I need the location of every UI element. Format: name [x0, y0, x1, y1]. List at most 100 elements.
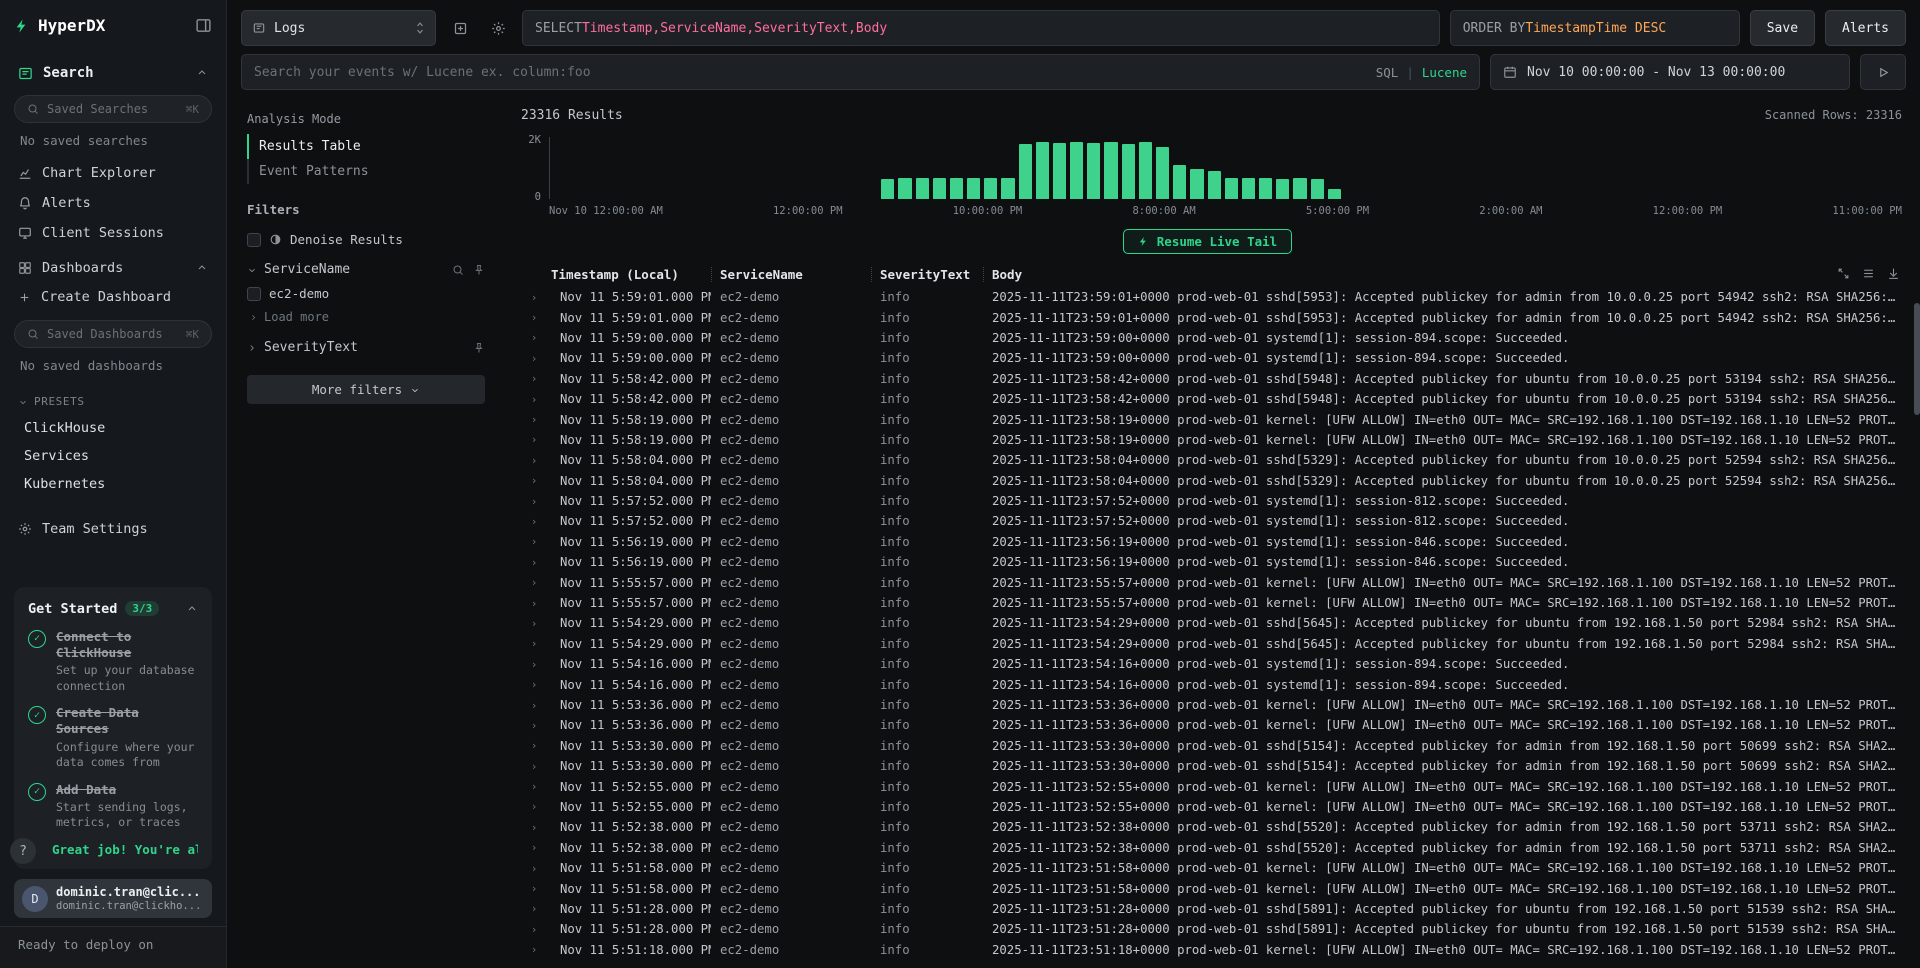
histogram-bar[interactable]	[1087, 143, 1100, 199]
expand-row-icon[interactable]: ›	[517, 821, 551, 834]
table-row[interactable]: › Nov 11 5:58:04.000 PM ec2-demo info 20…	[517, 471, 1902, 491]
expand-row-icon[interactable]: ›	[517, 943, 551, 956]
expand-row-icon[interactable]: ›	[517, 780, 551, 793]
table-row[interactable]: › Nov 11 5:51:58.000 PM ec2-demo info 20…	[517, 858, 1902, 878]
expand-row-icon[interactable]: ›	[517, 372, 551, 385]
expand-row-icon[interactable]: ›	[517, 637, 551, 650]
column-header-servicename[interactable]: ServiceName	[711, 267, 871, 282]
alerts-button[interactable]: Alerts	[1825, 10, 1906, 46]
help-button[interactable]: ?	[10, 838, 36, 864]
histogram-bar[interactable]	[1242, 178, 1255, 199]
column-header-timestamp[interactable]: Timestamp (Local)	[551, 267, 711, 282]
table-row[interactable]: › Nov 11 5:52:38.000 PM ec2-demo info 20…	[517, 817, 1902, 837]
row-density-icon[interactable]	[1862, 267, 1875, 280]
expand-row-icon[interactable]: ›	[517, 658, 551, 671]
expand-row-icon[interactable]: ›	[517, 495, 551, 508]
expand-row-icon[interactable]: ›	[517, 352, 551, 365]
histogram-bar[interactable]	[1104, 142, 1117, 199]
table-row[interactable]: › Nov 11 5:59:00.000 PM ec2-demo info 20…	[517, 328, 1902, 348]
histogram-bar[interactable]	[967, 178, 980, 199]
table-row[interactable]: › Nov 11 5:54:29.000 PM ec2-demo info 20…	[517, 613, 1902, 633]
expand-row-icon[interactable]: ›	[517, 515, 551, 528]
table-row[interactable]: › Nov 11 5:58:42.000 PM ec2-demo info 20…	[517, 369, 1902, 389]
event-search-field[interactable]	[254, 65, 1366, 80]
more-filters-button[interactable]: More filters	[247, 375, 485, 404]
get-started-header[interactable]: Get Started 3/3	[28, 601, 198, 617]
save-button[interactable]: Save	[1750, 10, 1815, 46]
source-select[interactable]: Logs	[241, 10, 436, 46]
table-row[interactable]: › Nov 11 5:51:28.000 PM ec2-demo info 20…	[517, 899, 1902, 919]
table-row[interactable]: › Nov 11 5:53:30.000 PM ec2-demo info 20…	[517, 736, 1902, 756]
expand-row-icon[interactable]: ›	[517, 474, 551, 487]
expand-row-icon[interactable]: ›	[517, 699, 551, 712]
load-more-button[interactable]: Load more	[247, 306, 485, 330]
expand-row-icon[interactable]: ›	[517, 433, 551, 446]
collapse-sidebar-icon[interactable]	[195, 17, 212, 34]
histogram-bar[interactable]	[1208, 171, 1221, 199]
histogram-bar[interactable]	[1293, 178, 1306, 199]
table-row[interactable]: › Nov 11 5:52:55.000 PM ec2-demo info 20…	[517, 797, 1902, 817]
download-icon[interactable]	[1887, 267, 1900, 280]
denoise-checkbox[interactable]	[247, 233, 261, 247]
table-row[interactable]: › Nov 11 5:59:01.000 PM ec2-demo info 20…	[517, 287, 1902, 307]
histogram-bar[interactable]	[1225, 178, 1238, 199]
histogram-bar[interactable]	[933, 178, 946, 199]
saved-searches-field[interactable]	[47, 102, 178, 116]
histogram-bar[interactable]	[916, 178, 929, 199]
get-started-item[interactable]: ✓ Add Data Start sending logs, metrics, …	[28, 782, 198, 831]
chevron-up-icon[interactable]	[196, 67, 208, 79]
select-query-input[interactable]: SELECT Timestamp,ServiceName,SeverityTex…	[522, 10, 1440, 46]
expand-row-icon[interactable]: ›	[517, 291, 551, 304]
histogram-bar[interactable]	[1328, 189, 1341, 199]
denoise-results-toggle[interactable]: Denoise Results	[247, 227, 485, 252]
histogram-bar[interactable]	[1259, 178, 1272, 199]
histogram-bar[interactable]	[984, 178, 997, 199]
date-range-picker[interactable]: Nov 10 00:00:00 - Nov 13 00:00:00	[1490, 54, 1850, 90]
table-row[interactable]: › Nov 11 5:53:36.000 PM ec2-demo info 20…	[517, 715, 1902, 735]
chevron-up-icon[interactable]	[186, 603, 198, 615]
saved-searches-input[interactable]: ⌘K	[14, 95, 212, 123]
column-header-body[interactable]: Body	[983, 267, 1902, 282]
sidebar-item-alerts[interactable]: Alerts	[14, 188, 212, 218]
histogram-bar[interactable]	[1036, 142, 1049, 199]
saved-dashboards-input[interactable]: ⌘K	[14, 320, 212, 348]
create-dashboard-button[interactable]: Create Dashboard	[14, 282, 212, 312]
table-row[interactable]: › Nov 11 5:59:01.000 PM ec2-demo info 20…	[517, 307, 1902, 327]
filter-option-ec2-demo[interactable]: ec2-demo	[247, 281, 485, 306]
expand-row-icon[interactable]: ›	[517, 576, 551, 589]
hyperdx-logo[interactable]: HyperDX	[14, 16, 105, 35]
table-row[interactable]: › Nov 11 5:58:19.000 PM ec2-demo info 20…	[517, 409, 1902, 429]
saved-dashboards-field[interactable]	[47, 327, 178, 341]
expand-row-icon[interactable]: ›	[517, 393, 551, 406]
preset-item[interactable]: Services	[14, 442, 212, 470]
table-row[interactable]: › Nov 11 5:53:30.000 PM ec2-demo info 20…	[517, 756, 1902, 776]
table-row[interactable]: › Nov 11 5:55:57.000 PM ec2-demo info 20…	[517, 572, 1902, 592]
resume-live-tail-button[interactable]: Resume Live Tail	[1123, 229, 1292, 254]
expand-row-icon[interactable]: ›	[517, 841, 551, 854]
table-row[interactable]: › Nov 11 5:58:04.000 PM ec2-demo info 20…	[517, 450, 1902, 470]
table-row[interactable]: › Nov 11 5:57:52.000 PM ec2-demo info 20…	[517, 511, 1902, 531]
filter-pin-icon[interactable]	[473, 264, 485, 276]
event-search-input[interactable]: SQL | Lucene	[241, 54, 1480, 90]
histogram-bar[interactable]	[898, 178, 911, 199]
expand-row-icon[interactable]: ›	[517, 311, 551, 324]
histogram-bar[interactable]	[881, 179, 894, 199]
column-header-severitytext[interactable]: SeverityText	[871, 267, 983, 282]
histogram-bar[interactable]	[950, 178, 963, 199]
run-query-button[interactable]	[1860, 54, 1906, 90]
sidebar-section-dashboards[interactable]: Dashboards	[14, 254, 212, 282]
histogram-bar[interactable]	[1070, 142, 1083, 199]
add-source-button[interactable]	[446, 10, 474, 46]
histogram-bar[interactable]	[1053, 143, 1066, 199]
histogram-bar[interactable]	[1276, 179, 1289, 199]
chevron-up-icon[interactable]	[196, 262, 208, 274]
get-started-item[interactable]: ✓ Create Data Sources Configure where yo…	[28, 705, 198, 771]
table-row[interactable]: › Nov 11 5:52:55.000 PM ec2-demo info 20…	[517, 776, 1902, 796]
vertical-scrollbar[interactable]	[1914, 303, 1920, 415]
histogram-bar[interactable]	[1001, 178, 1014, 199]
source-settings-button[interactable]	[484, 10, 512, 46]
histogram-plot[interactable]	[549, 137, 1902, 199]
language-sql-option[interactable]: SQL	[1376, 65, 1399, 80]
expand-row-icon[interactable]: ›	[517, 597, 551, 610]
table-row[interactable]: › Nov 11 5:58:42.000 PM ec2-demo info 20…	[517, 389, 1902, 409]
